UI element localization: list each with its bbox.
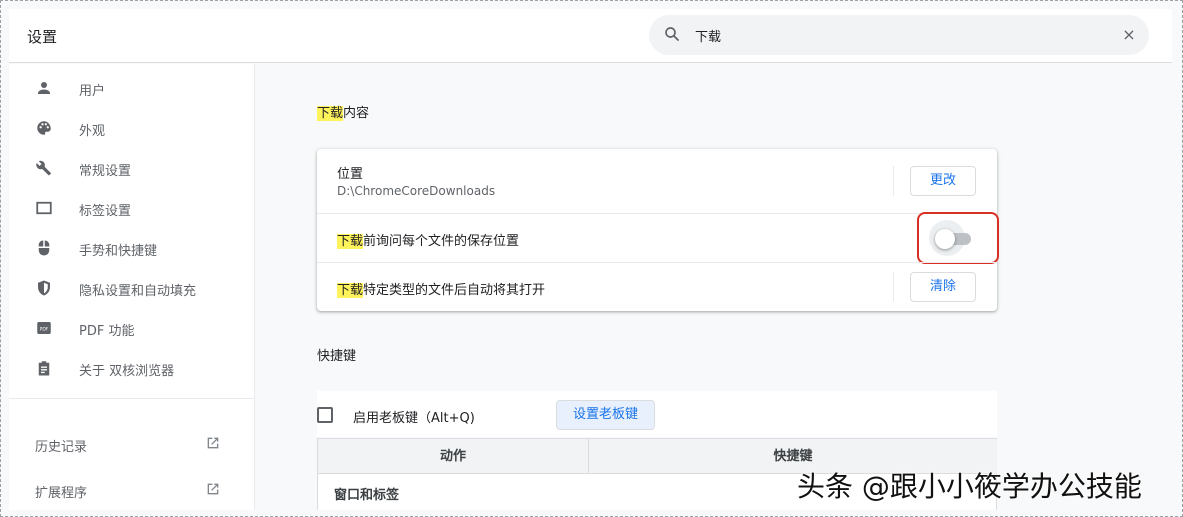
set-boss-key-button[interactable]: 设置老板键 bbox=[556, 400, 655, 430]
label-text: 前询问每个文件的保存位置 bbox=[363, 234, 520, 249]
search-highlight: 下载 bbox=[337, 234, 364, 249]
shortcuts-section-title: 快捷键 bbox=[317, 349, 357, 364]
ask-location-row[interactable]: 下载前询问每个文件的保存位置 bbox=[317, 212, 999, 264]
pdf-icon: PDF bbox=[37, 322, 51, 334]
downloads-section-title: 下载内容 bbox=[317, 102, 369, 121]
location-row: 位置 D:\ChromeCoreDownloads 更改 bbox=[317, 149, 997, 213]
ask-location-label: 下载前询问每个文件的保存位置 bbox=[337, 230, 519, 249]
sidebar-item-label: 常规设置 bbox=[79, 164, 132, 179]
toggle-callout bbox=[917, 212, 999, 264]
page-title: 设置 bbox=[27, 28, 58, 46]
section-title-text: 内容 bbox=[343, 106, 370, 121]
settings-window: 设置 × 用户 外观 bbox=[0, 0, 1183, 517]
main-content: 下载内容 位置 D:\ChromeCoreDownloads 更改 下载前询问每… bbox=[257, 64, 1172, 510]
sidebar-item-label: PDF 功能 bbox=[79, 324, 135, 339]
sidebar-item-label: 外观 bbox=[79, 124, 106, 139]
auto-open-label: 下载特定类型的文件后自动将其打开 bbox=[337, 279, 545, 298]
tab-icon bbox=[36, 201, 52, 215]
location-label: 位置 bbox=[337, 167, 364, 182]
sidebar-item-label: 标签设置 bbox=[79, 204, 132, 219]
toggle-knob[interactable] bbox=[935, 229, 955, 249]
open-in-new-icon bbox=[207, 483, 219, 495]
sidebar-item-label: 手势和快捷键 bbox=[79, 244, 158, 259]
person-icon bbox=[38, 82, 50, 94]
location-path: D:\ChromeCoreDownloads bbox=[337, 184, 496, 198]
clear-search-icon[interactable]: × bbox=[1119, 25, 1139, 45]
sidebar-item-extensions[interactable]: 扩展程序 bbox=[9, 472, 255, 508]
search-highlight: 下载 bbox=[337, 283, 364, 298]
auto-open-row: 下载特定类型的文件后自动将其打开 清除 bbox=[317, 263, 997, 311]
column-header-action: 动作 bbox=[318, 439, 588, 474]
sidebar-item-general[interactable]: 常规设置 bbox=[9, 148, 255, 188]
sidebar-item-gestures[interactable]: 手势和快捷键 bbox=[9, 228, 255, 268]
sidebar: 用户 外观 常规设置 标签设置 手势和快捷键 隐私设置和自动填充 PDF PDF… bbox=[9, 64, 255, 510]
watermark: 头条 @跟小小筱学办公技能 bbox=[797, 470, 1142, 503]
shield-icon bbox=[38, 280, 50, 296]
sidebar-divider bbox=[9, 398, 255, 399]
open-in-new-icon bbox=[207, 437, 219, 449]
svg-text:PDF: PDF bbox=[40, 326, 49, 332]
sidebar-item-history[interactable]: 历史记录 bbox=[9, 426, 255, 462]
search-icon bbox=[665, 27, 679, 41]
boss-key-row: 启用老板键（Alt+Q) 设置老板键 bbox=[317, 391, 997, 437]
palette-icon bbox=[37, 121, 51, 135]
boss-key-label: 启用老板键（Alt+Q) bbox=[353, 411, 475, 426]
sidebar-item-privacy[interactable]: 隐私设置和自动填充 bbox=[9, 268, 255, 308]
sidebar-item-label: 历史记录 bbox=[35, 440, 88, 455]
sidebar-item-label: 用户 bbox=[79, 84, 106, 99]
sidebar-item-label: 关于 双核浏览器 bbox=[79, 364, 175, 379]
mouse-icon bbox=[38, 240, 50, 256]
sidebar-item-label: 隐私设置和自动填充 bbox=[79, 284, 197, 299]
header-bar: 设置 × bbox=[9, 9, 1172, 63]
search-highlight: 下载 bbox=[317, 106, 344, 121]
change-location-button[interactable]: 更改 bbox=[910, 166, 976, 196]
table-group-label: 窗口和标签 bbox=[334, 488, 400, 503]
sidebar-item-users[interactable]: 用户 bbox=[9, 68, 255, 108]
wrench-icon bbox=[36, 160, 51, 176]
clear-auto-open-button[interactable]: 清除 bbox=[910, 272, 976, 302]
sidebar-item-appearance[interactable]: 外观 bbox=[9, 108, 255, 148]
sidebar-item-tabs[interactable]: 标签设置 bbox=[9, 188, 255, 228]
sidebar-item-pdf[interactable]: PDF PDF 功能 bbox=[9, 308, 255, 348]
boss-key-checkbox[interactable] bbox=[317, 407, 333, 423]
label-text: 特定类型的文件后自动将其打开 bbox=[363, 283, 546, 298]
search-box[interactable]: × bbox=[649, 15, 1149, 55]
search-input[interactable] bbox=[695, 23, 1095, 47]
row-divider bbox=[893, 272, 894, 302]
sidebar-item-about[interactable]: 关于 双核浏览器 bbox=[9, 348, 255, 388]
clipboard-icon bbox=[38, 361, 50, 376]
row-divider bbox=[893, 166, 894, 196]
sidebar-item-label: 扩展程序 bbox=[35, 486, 88, 501]
downloads-card: 位置 D:\ChromeCoreDownloads 更改 下载前询问每个文件的保… bbox=[317, 149, 999, 311]
